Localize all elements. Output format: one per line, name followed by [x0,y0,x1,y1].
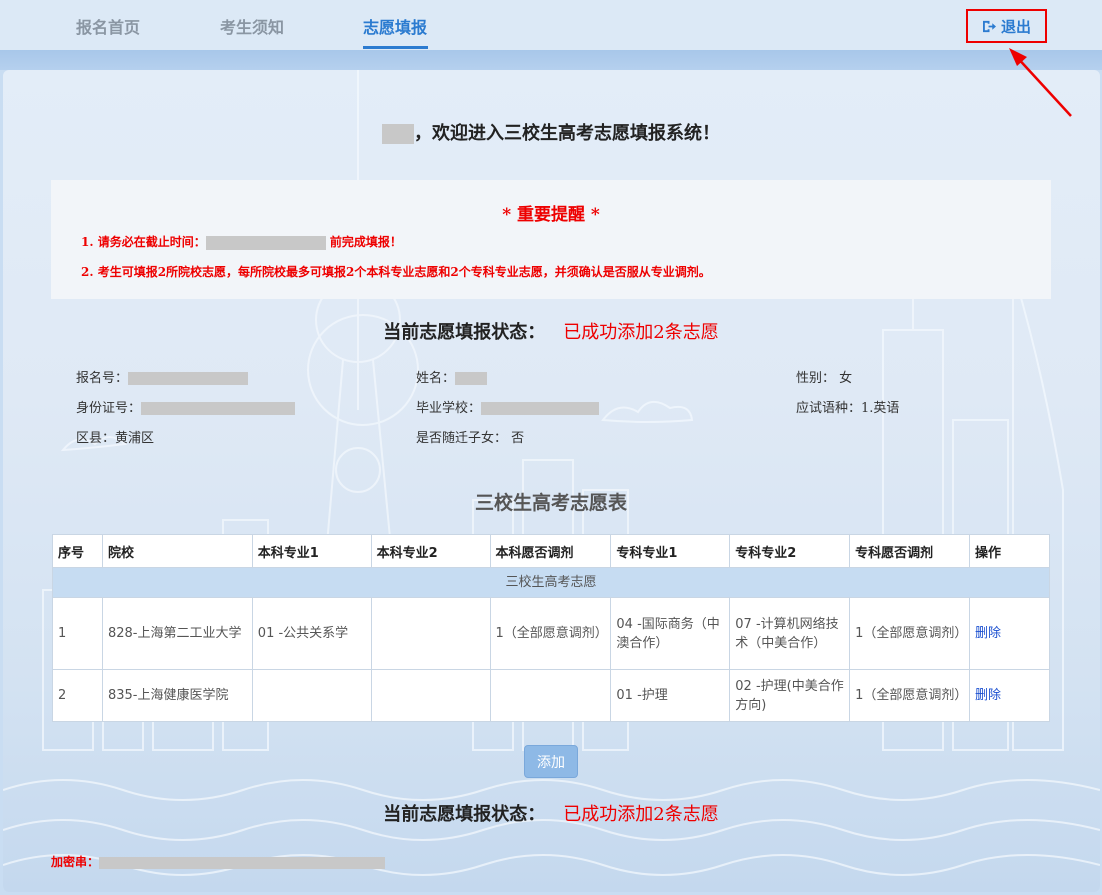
exam-language-field: 应试语种：1.英语 [796,401,900,416]
nav-home[interactable]: 报名首页 [76,14,140,38]
delete-link[interactable]: 删除 [975,688,1001,703]
col-header: 院校 [101,534,253,568]
volunteer-table: 序号 院校 本科专业1 本科专业2 本科愿否调剂 专科专业1 专科专业2 专科愿… [52,534,1050,722]
redacted-encrypt-string [99,856,386,869]
table-header-row: 序号 院校 本科专业1 本科专业2 本科愿否调剂 专科专业1 专科专业2 专科愿… [52,534,1050,568]
add-volunteer-button[interactable]: 添加 [524,745,578,778]
table-row: 1 828-上海第二工业大学 01 -公共关系学 1（全部愿意调剂） 04 -国… [52,597,1050,670]
header-stripe [0,50,1102,70]
notice-deadline: 1. 请务必在截止时间： 前完成填报！ [81,235,402,250]
volunteer-table-title: 三校生高考志愿表 [474,492,627,514]
redacted-name [455,372,488,385]
col-header: 本科专业1 [251,534,372,568]
fill-status-bottom: 当前志愿填报状态： 已成功添加2条志愿 [0,800,1102,826]
delete-link[interactable]: 删除 [975,626,1001,641]
redacted-school [481,402,600,415]
reg-no-field: 报名号： [76,367,249,386]
nav-instructions[interactable]: 考生须知 [220,14,284,38]
district-field: 区县：黄浦区 [76,431,155,446]
important-notice: * 重要提醒 * 1. 请务必在截止时间： 前完成填报！ 2. 考生可填报2所院… [51,180,1051,299]
welcome-text: ，欢迎进入三校生高考志愿填报系统！ [414,123,720,144]
gender-field: 性别： 女 [796,371,853,386]
col-header: 操作 [969,534,1050,568]
redacted-username [382,124,414,144]
status-value: 已成功添加2条志愿 [563,322,719,343]
col-header: 专科专业2 [729,534,851,568]
status-label: 当前志愿填报状态： [383,804,546,825]
col-header: 本科专业2 [370,534,491,568]
id-number-field: 身份证号： [76,397,296,416]
col-header: 专科愿否调剂 [849,534,971,568]
encrypt-string-field: 加密串： [51,853,386,870]
redacted-deadline [205,235,326,250]
col-header: 本科愿否调剂 [489,534,612,568]
col-header: 专科专业1 [610,534,731,568]
sign-out-icon [982,20,996,32]
status-label: 当前志愿填报状态： [383,322,546,343]
table-group-row: 三校生高考志愿 [52,567,1050,598]
redacted-id-number [141,402,296,415]
status-value: 已成功添加2条志愿 [563,804,719,825]
logout-button[interactable]: 退出 [966,9,1047,43]
welcome-message: ，欢迎进入三校生高考志愿填报系统！ [0,119,1102,145]
name-field: 姓名： [416,367,488,386]
table-row: 2 835-上海健康医学院 01 -护理 02 -护理(中美合作方向) 1（全部… [52,669,1050,722]
graduate-school-field: 毕业学校： [416,397,600,416]
notice-rules: 2. 考生可填报2所院校志愿，每所院校最多可填报2个本科专业志愿和2个专科专业志… [81,265,711,279]
col-header: 序号 [52,534,103,568]
fill-status-top: 当前志愿填报状态： 已成功添加2条志愿 [0,318,1102,344]
nav-volunteer-fill[interactable]: 志愿填报 [363,14,427,38]
logout-label: 退出 [1000,17,1031,36]
notice-title: * 重要提醒 * [502,205,600,225]
migrant-child-field: 是否随迁子女： 否 [416,431,525,446]
active-tab-indicator [363,46,428,49]
top-nav: 报名首页 考生须知 志愿填报 退出 [0,0,1102,50]
redacted-reg-no [128,372,249,385]
annotation-arrow [1009,48,1072,117]
